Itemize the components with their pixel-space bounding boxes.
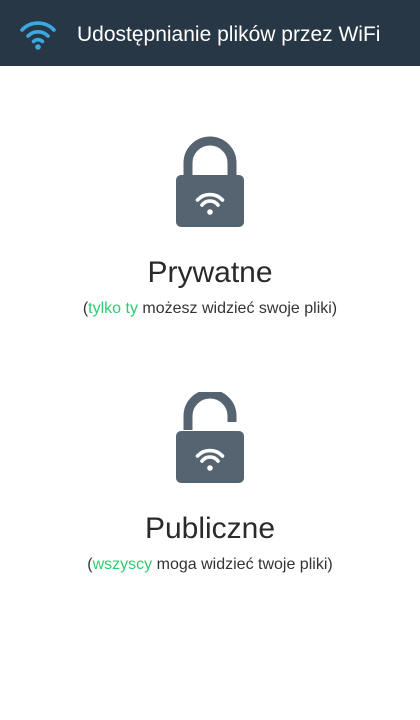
public-desc-highlight: wszyscy [92,556,153,573]
app-title: Udostępnianie plików przez WiFi [77,23,381,46]
public-option[interactable]: Publiczne (wszyscy moga widzieć twoje pl… [0,392,420,582]
public-desc-rest: moga widzieć twoje pliki) [152,556,333,573]
private-desc-highlight: tylko ty [88,300,138,317]
private-description: (tylko ty możesz widzieć swoje pliki) [0,298,420,320]
public-description: (wszyscy moga widzieć twoje pliki) [0,554,420,576]
lock-open-icon [176,392,244,483]
private-option[interactable]: Prywatne (tylko ty możesz widzieć swoje … [0,136,420,326]
lock-closed-icon [176,136,244,227]
private-title: Prywatne [147,256,273,289]
private-desc-rest: możesz widzieć swoje pliki) [137,300,338,317]
wifi-icon [20,21,56,50]
public-title: Publiczne [144,512,276,545]
app-bar: Udostępnianie plików przez WiFi [0,0,420,66]
